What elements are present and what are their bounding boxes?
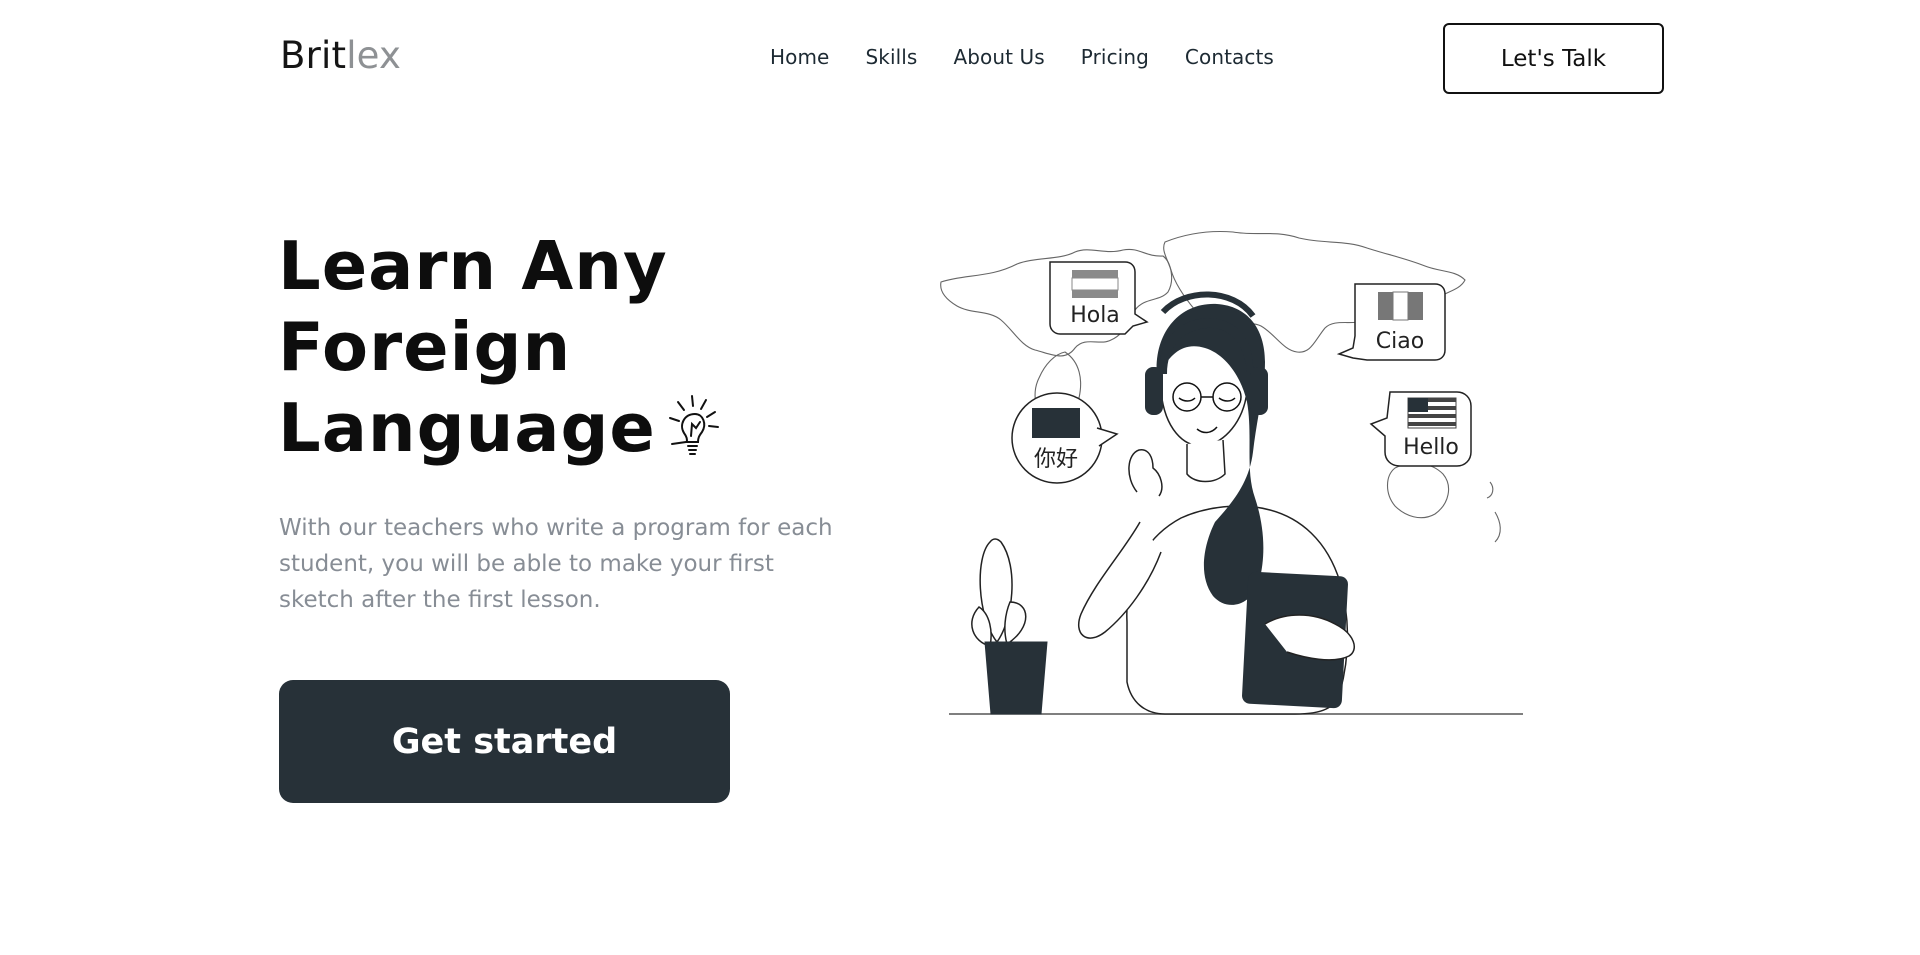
hero-title-line-1: Learn Any [278,227,668,305]
nav-contacts[interactable]: Contacts [1185,45,1274,69]
bubble-nihao: 你好 [1011,392,1119,484]
hero-illustration: Hola Ciao 你好 Hello [940,230,1523,715]
nav-skills[interactable]: Skills [865,45,917,69]
lets-talk-button[interactable]: Let's Talk [1443,23,1664,94]
logo[interactable]: Britlex [280,34,401,77]
logo-text-secondary: lex [346,34,402,77]
hero-description: With our teachers who write a program fo… [279,515,833,613]
logo-text-primary: Brit [280,34,347,77]
plant [971,538,1048,715]
bubble-hola-text: Hola [1070,303,1120,328]
site-header: Britlex Home Skills About Us Pricing Con… [0,0,1920,118]
nav-about-us[interactable]: About Us [953,45,1044,69]
nav-pricing[interactable]: Pricing [1081,45,1149,69]
woman [1078,291,1355,715]
bubble-ciao: Ciao [1336,283,1446,361]
bubble-hello-text: Hello [1403,435,1459,460]
bubble-nihao-text: 你好 [1034,447,1078,472]
main-nav: Home Skills About Us Pricing Contacts [770,45,1274,69]
china-flag-icon [1032,408,1080,438]
hero-title-line-2: Foreign [278,308,572,386]
spain-flag-icon [1071,270,1119,298]
get-started-button[interactable]: Get started [279,680,730,803]
nav-home[interactable]: Home [770,45,829,69]
lightbulb-icon [669,395,719,455]
bubble-hola: Hola [1049,261,1149,335]
bubble-hello: Hello [1369,391,1472,467]
italy-flag-icon [1378,291,1423,321]
usa-flag-icon [1407,397,1457,429]
bubble-ciao-text: Ciao [1376,329,1424,354]
